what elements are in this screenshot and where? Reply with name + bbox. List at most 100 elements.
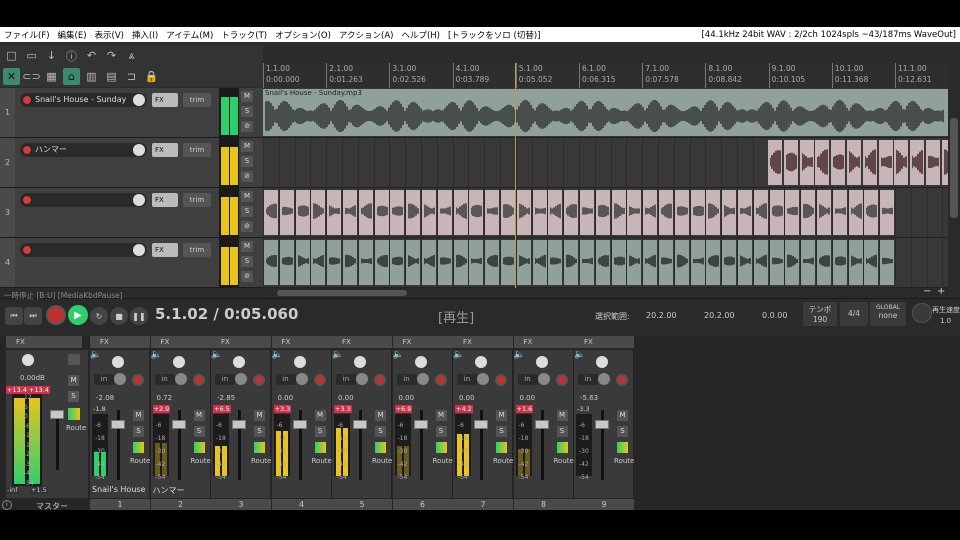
media-item[interactable] <box>785 240 800 285</box>
strip-route-button[interactable]: Route <box>251 457 271 465</box>
strip-pan-knob[interactable] <box>598 373 610 385</box>
media-item[interactable] <box>659 190 673 235</box>
media-item[interactable] <box>847 140 861 185</box>
strip-solo-button[interactable]: S <box>617 426 628 437</box>
record-arm-icon[interactable] <box>22 195 32 205</box>
media-item[interactable] <box>516 240 531 285</box>
save-project-icon[interactable]: ↓ <box>43 47 60 64</box>
track-number[interactable]: 1 <box>0 88 15 137</box>
media-item[interactable] <box>659 240 673 285</box>
strip-input-button[interactable]: in <box>578 374 598 385</box>
strip-route-button[interactable]: Route <box>312 457 332 465</box>
strip-solo-button[interactable]: S <box>375 426 386 437</box>
media-item[interactable] <box>611 240 626 285</box>
track-solo-button[interactable]: S <box>241 256 253 267</box>
media-item[interactable] <box>817 240 831 285</box>
strip-number[interactable]: 4 <box>271 499 332 510</box>
media-item[interactable] <box>864 240 879 285</box>
strip-pan-knob[interactable] <box>477 373 489 385</box>
strip-solo-button[interactable]: S <box>254 426 265 437</box>
strip-fx-bar[interactable]: FX <box>574 336 634 348</box>
media-item[interactable] <box>406 240 421 285</box>
media-item[interactable] <box>801 190 816 235</box>
mixer-info-icon[interactable]: i <box>2 500 12 510</box>
strip-volume-knob[interactable] <box>293 356 306 368</box>
playrate-knob[interactable] <box>912 303 932 323</box>
strip-input-button[interactable]: in <box>336 374 356 385</box>
track-volume-knob[interactable] <box>133 194 145 206</box>
media-item[interactable] <box>469 190 484 235</box>
strip-input-button[interactable]: in <box>517 374 538 385</box>
strip-mute-button[interactable]: M <box>314 410 326 421</box>
strip-fader[interactable] <box>595 420 609 429</box>
media-item[interactable] <box>343 240 357 285</box>
strip-fx-icon[interactable] <box>133 442 144 453</box>
menu-item[interactable]: アイテム(M) <box>162 29 217 41</box>
time-display[interactable]: 5.1.02 / 0:05.060 <box>155 305 298 323</box>
media-item[interactable] <box>894 140 909 185</box>
strip-input-button[interactable]: in <box>275 374 296 385</box>
media-item[interactable] <box>327 240 342 285</box>
strip-fader[interactable] <box>353 420 367 429</box>
master-fx-bar[interactable]: FX <box>6 336 82 348</box>
track-panel[interactable]: 3 FX trim M S ⊘ <box>0 188 263 238</box>
strip-record-arm-icon[interactable] <box>313 374 326 386</box>
strip-route-button[interactable]: Route <box>191 457 211 465</box>
strip-fx-icon[interactable] <box>193 442 205 453</box>
strip-solo-button[interactable]: S <box>556 426 568 437</box>
strip-fx-icon[interactable] <box>254 442 265 453</box>
menu-item[interactable]: 表示(V) <box>91 29 128 41</box>
track-trim-button[interactable]: trim <box>183 143 211 157</box>
media-item[interactable] <box>832 190 847 235</box>
strip-input-button[interactable]: in <box>457 374 477 385</box>
strip-fx-icon[interactable] <box>375 442 386 453</box>
track-panel[interactable]: 1 Snail's House - Sunday FX trim M S ⊘ <box>0 88 263 138</box>
global-automation-box[interactable]: GLOBAL none <box>870 302 906 326</box>
strip-number[interactable]: 9 <box>574 499 634 510</box>
strip-record-arm-icon[interactable] <box>555 374 568 386</box>
track-name-field[interactable] <box>20 193 147 207</box>
grouping-icon[interactable]: ⊂⊃ <box>22 68 40 85</box>
master-mono-icon[interactable] <box>68 354 80 365</box>
track-panel[interactable]: 2 ハンマー FX trim M S ⊘ <box>0 138 263 188</box>
strip-solo-button[interactable]: S <box>314 426 326 437</box>
media-item[interactable] <box>643 240 658 285</box>
media-item[interactable] <box>374 190 389 235</box>
strip-volume-knob[interactable] <box>414 356 427 368</box>
go-to-start-button[interactable]: ⏮ <box>5 307 23 325</box>
strip-fx-bar[interactable]: FX <box>513 336 574 348</box>
strip-mute-button[interactable]: M <box>556 410 568 421</box>
media-item[interactable]: Snail's House - Sunday.mp3 <box>263 89 948 136</box>
media-item[interactable] <box>926 140 940 185</box>
menu-item[interactable]: アクション(A) <box>335 29 398 41</box>
media-item[interactable] <box>831 140 846 185</box>
media-item[interactable] <box>738 190 752 235</box>
track-mute-button[interactable]: M <box>241 91 253 102</box>
media-item[interactable] <box>422 190 436 235</box>
track-lane[interactable] <box>263 138 948 188</box>
track-fx-button[interactable]: FX <box>152 243 178 257</box>
strip-fx-icon[interactable] <box>556 442 568 453</box>
strip-pan-knob[interactable] <box>174 373 187 385</box>
strip-number[interactable]: 7 <box>453 499 513 510</box>
media-item[interactable] <box>817 190 831 235</box>
strip-number[interactable]: 2 <box>150 499 211 510</box>
media-item[interactable] <box>580 190 594 235</box>
media-item[interactable] <box>358 240 373 285</box>
master-db-readout[interactable]: 0.00dB <box>20 374 45 382</box>
media-item[interactable] <box>532 240 547 285</box>
strip-route-button[interactable]: Route <box>130 457 150 465</box>
strip-record-arm-icon[interactable] <box>434 374 447 386</box>
master-route-button[interactable]: Route <box>66 424 86 432</box>
master-fader[interactable] <box>50 410 64 419</box>
record-arm-icon[interactable] <box>22 145 32 155</box>
menu-item[interactable]: オプション(O) <box>271 29 335 41</box>
track-fx-button[interactable]: FX <box>152 143 178 157</box>
strip-number[interactable]: 1 <box>90 499 150 510</box>
media-item[interactable] <box>674 190 689 235</box>
strip-route-button[interactable]: Route <box>554 457 574 465</box>
strip-mute-button[interactable]: M <box>193 410 205 421</box>
strip-record-arm-icon[interactable] <box>192 374 205 386</box>
strip-fx-bar[interactable]: FX <box>90 336 150 348</box>
snap-icon[interactable]: ⌂ <box>63 68 80 85</box>
